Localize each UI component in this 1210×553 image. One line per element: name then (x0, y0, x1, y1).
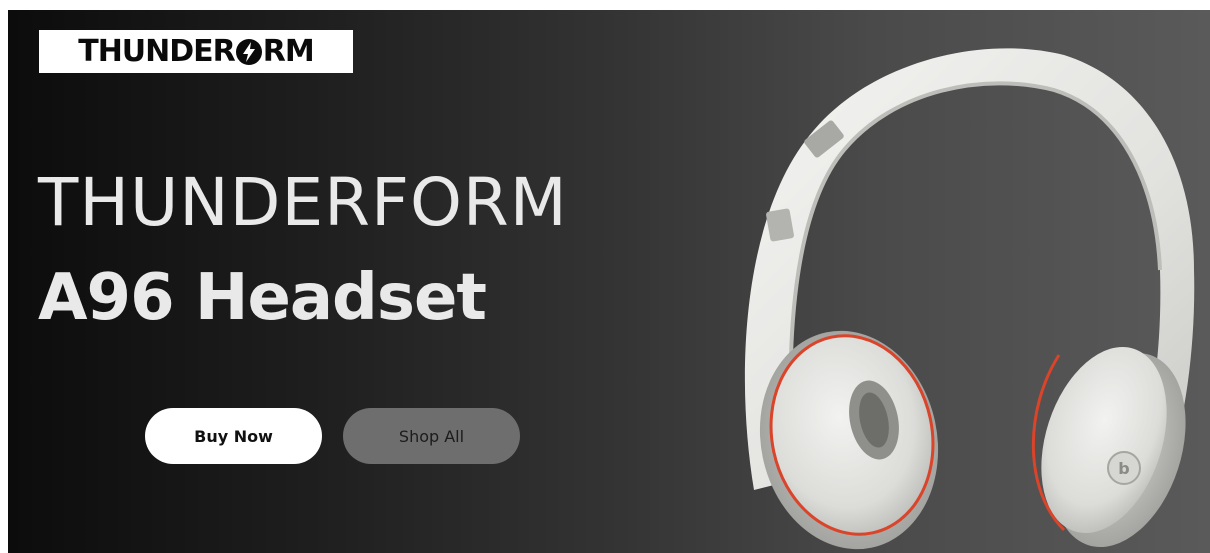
hero-banner: THUNDER RM THUNDERFORM A96 Headset Buy N… (8, 10, 1210, 553)
brand-logo[interactable]: THUNDER RM (39, 30, 353, 73)
hero-title: THUNDERFORM (38, 164, 568, 241)
lightning-bolt-icon (235, 38, 262, 65)
buy-now-button[interactable]: Buy Now (145, 408, 322, 464)
logo-prefix: THUNDER (78, 33, 236, 69)
headphones-image: b (744, 48, 1195, 550)
shop-all-button[interactable]: Shop All (343, 408, 520, 464)
logo-wordmark: THUNDER RM (78, 33, 315, 69)
logo-suffix: RM (262, 33, 315, 69)
svg-text:b: b (1118, 459, 1129, 478)
product-name: A96 Headset (38, 261, 487, 335)
